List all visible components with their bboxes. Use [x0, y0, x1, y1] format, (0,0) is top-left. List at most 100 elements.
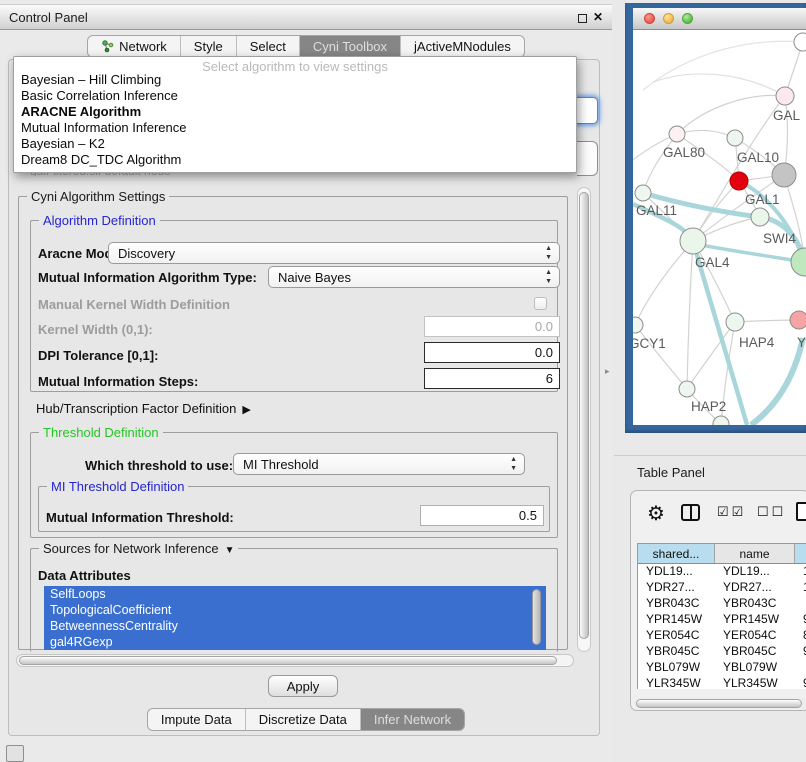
unchecked-boxes-icon[interactable]: [757, 504, 786, 520]
window-close-icon[interactable]: [644, 13, 655, 24]
data-attributes-list[interactable]: SelfLoopsTopologicalCoefficientBetweenne…: [44, 586, 546, 650]
table-cell: YER054C: [638, 628, 715, 644]
column-header[interactable]: shared...: [638, 544, 715, 563]
table-hscroll-thumb[interactable]: [636, 699, 802, 708]
table-cell: [795, 660, 806, 676]
table-row[interactable]: YBR045CYBR045C9.: [638, 644, 806, 660]
inference-algorithm-combo-edge[interactable]: [577, 97, 598, 124]
network-node-gal[interactable]: [776, 87, 794, 105]
gear-icon[interactable]: [647, 501, 665, 526]
table-row[interactable]: YLR345WYLR345W9.: [638, 676, 806, 689]
network-node-gal10[interactable]: [727, 130, 743, 146]
tab-cyni-toolbox[interactable]: Cyni Toolbox: [300, 36, 401, 57]
network-node-gal80[interactable]: [669, 126, 685, 142]
table-row[interactable]: YDR27...YDR27...12: [638, 580, 806, 596]
table-panel-title: Table Panel: [637, 465, 705, 480]
mi-threshold-field[interactable]: 0.5: [420, 505, 544, 526]
dpi-tolerance-field[interactable]: 0.0: [424, 342, 560, 363]
network-edge[interactable]: [635, 325, 687, 389]
table-cell: 9.: [795, 612, 806, 628]
network-node-swi4[interactable]: [751, 208, 769, 226]
settings-horizontal-scrollbar[interactable]: [16, 654, 574, 667]
panel-splitter-handle[interactable]: [605, 366, 610, 377]
tab-impute-data[interactable]: Impute Data: [148, 709, 246, 730]
checked-boxes-icon[interactable]: [717, 504, 746, 520]
settings-vscroll-thumb[interactable]: [579, 192, 589, 639]
mi-type-combo[interactable]: Naive Bayes: [268, 266, 560, 288]
network-node-hap4[interactable]: [726, 313, 744, 331]
split-columns-icon[interactable]: [681, 504, 700, 521]
network-edge[interactable]: [653, 74, 785, 96]
tab-label: Select: [250, 39, 286, 54]
tab-select[interactable]: Select: [237, 36, 300, 57]
window-minimize-icon[interactable]: [663, 13, 674, 24]
float-panel-icon[interactable]: [578, 14, 587, 23]
mi-steps-field[interactable]: 6: [424, 368, 560, 389]
tab-discretize-data[interactable]: Discretize Data: [246, 709, 361, 730]
network-node-hap2[interactable]: [679, 381, 695, 397]
network-node-gal11[interactable]: [635, 185, 651, 201]
network-node-gal1[interactable]: [730, 172, 748, 190]
settings-hscroll-thumb[interactable]: [19, 656, 557, 665]
dropdown-option[interactable]: Bayesian – Hill Climbing: [14, 72, 576, 88]
kernel-width-label: Kernel Width (0,1):: [38, 322, 153, 337]
tab-style[interactable]: Style: [181, 36, 237, 57]
document-icon[interactable]: [796, 502, 806, 521]
manual-kernel-checkbox[interactable]: [534, 297, 547, 310]
table-row[interactable]: YBL079WYBL079W: [638, 660, 806, 676]
network-edge[interactable]: [635, 241, 693, 325]
network-edge[interactable]: [687, 241, 693, 389]
hub-definition-expander[interactable]: Hub/Transcription Factor Definition: [36, 401, 251, 416]
dropdown-option[interactable]: Bayesian – K2: [14, 136, 576, 152]
tab-network[interactable]: Network: [88, 36, 181, 57]
aracne-mode-combo[interactable]: Discovery: [108, 242, 560, 264]
dropdown-option[interactable]: Mutual Information Inference: [14, 120, 576, 136]
dropdown-option[interactable]: Dream8 DC_TDC Algorithm: [14, 152, 576, 168]
dropdown-option[interactable]: Basic Correlation Inference: [14, 88, 576, 104]
mi-threshold-label: Mutual Information Threshold:: [46, 510, 234, 525]
table-row[interactable]: YBR043CYBR043C: [638, 596, 806, 612]
attribute-item[interactable]: SelfLoops: [44, 586, 546, 602]
table-row[interactable]: YDL19...YDL19...13: [638, 564, 806, 580]
network-node-gcy1[interactable]: [633, 317, 643, 333]
node-label: GAL80: [663, 145, 705, 160]
tab-label: Style: [194, 39, 223, 54]
apply-button[interactable]: Apply: [268, 675, 338, 697]
network-edge[interactable]: [735, 320, 799, 322]
column-header[interactable]: name: [715, 544, 795, 563]
network-edge[interactable]: [677, 95, 785, 134]
network-node[interactable]: [772, 163, 796, 187]
tab-infer-network[interactable]: Infer Network: [361, 709, 464, 730]
attribute-item[interactable]: BetweennessCentrality: [44, 618, 546, 634]
column-header[interactable]: A: [795, 544, 806, 563]
network-node-gal4[interactable]: [680, 228, 706, 254]
network-node[interactable]: [794, 33, 806, 51]
network-edge[interactable]: [751, 338, 803, 425]
network-node-y[interactable]: [790, 311, 806, 329]
window-zoom-icon[interactable]: [682, 13, 693, 24]
node-attribute-table[interactable]: shared...nameA YDL19...YDL19...13YDR27..…: [637, 543, 806, 689]
sources-group-title[interactable]: Sources for Network Inference: [39, 541, 238, 556]
network-canvas[interactable]: GALGAL80GAL10GAL1GAL11SWI4GAL4GCY1HAP4YH…: [633, 30, 806, 425]
node-label: GCY1: [633, 336, 666, 351]
network-node[interactable]: [791, 248, 806, 276]
close-panel-icon[interactable]: [593, 10, 603, 24]
network-icon: [101, 40, 114, 53]
which-threshold-combo[interactable]: MI Threshold: [233, 453, 525, 475]
table-cell: YBL079W: [638, 660, 715, 676]
dropdown-options: Bayesian – Hill ClimbingBasic Correlatio…: [14, 72, 576, 168]
list-vertical-scrollbar-thumb[interactable]: [532, 589, 541, 645]
table-row[interactable]: YER054CYER054C8.: [638, 628, 806, 644]
collapsed-panel-icon[interactable]: [6, 745, 24, 762]
tab-jactivemnodules[interactable]: jActiveMNodules: [401, 36, 524, 57]
network-node[interactable]: [713, 416, 729, 425]
attribute-item[interactable]: gal4RGexp: [44, 634, 546, 650]
kernel-width-field[interactable]: 0.0: [424, 316, 560, 337]
dropdown-option[interactable]: ARACNE Algorithm: [14, 104, 576, 120]
attribute-item[interactable]: TopologicalCoefficient: [44, 602, 546, 618]
table-row[interactable]: YPR145WYPR145W9.: [638, 612, 806, 628]
table-horizontal-scrollbar[interactable]: [634, 698, 806, 709]
network-edge[interactable]: [643, 41, 803, 90]
settings-vertical-scrollbar[interactable]: [577, 187, 591, 652]
network-edge[interactable]: [677, 131, 735, 138]
